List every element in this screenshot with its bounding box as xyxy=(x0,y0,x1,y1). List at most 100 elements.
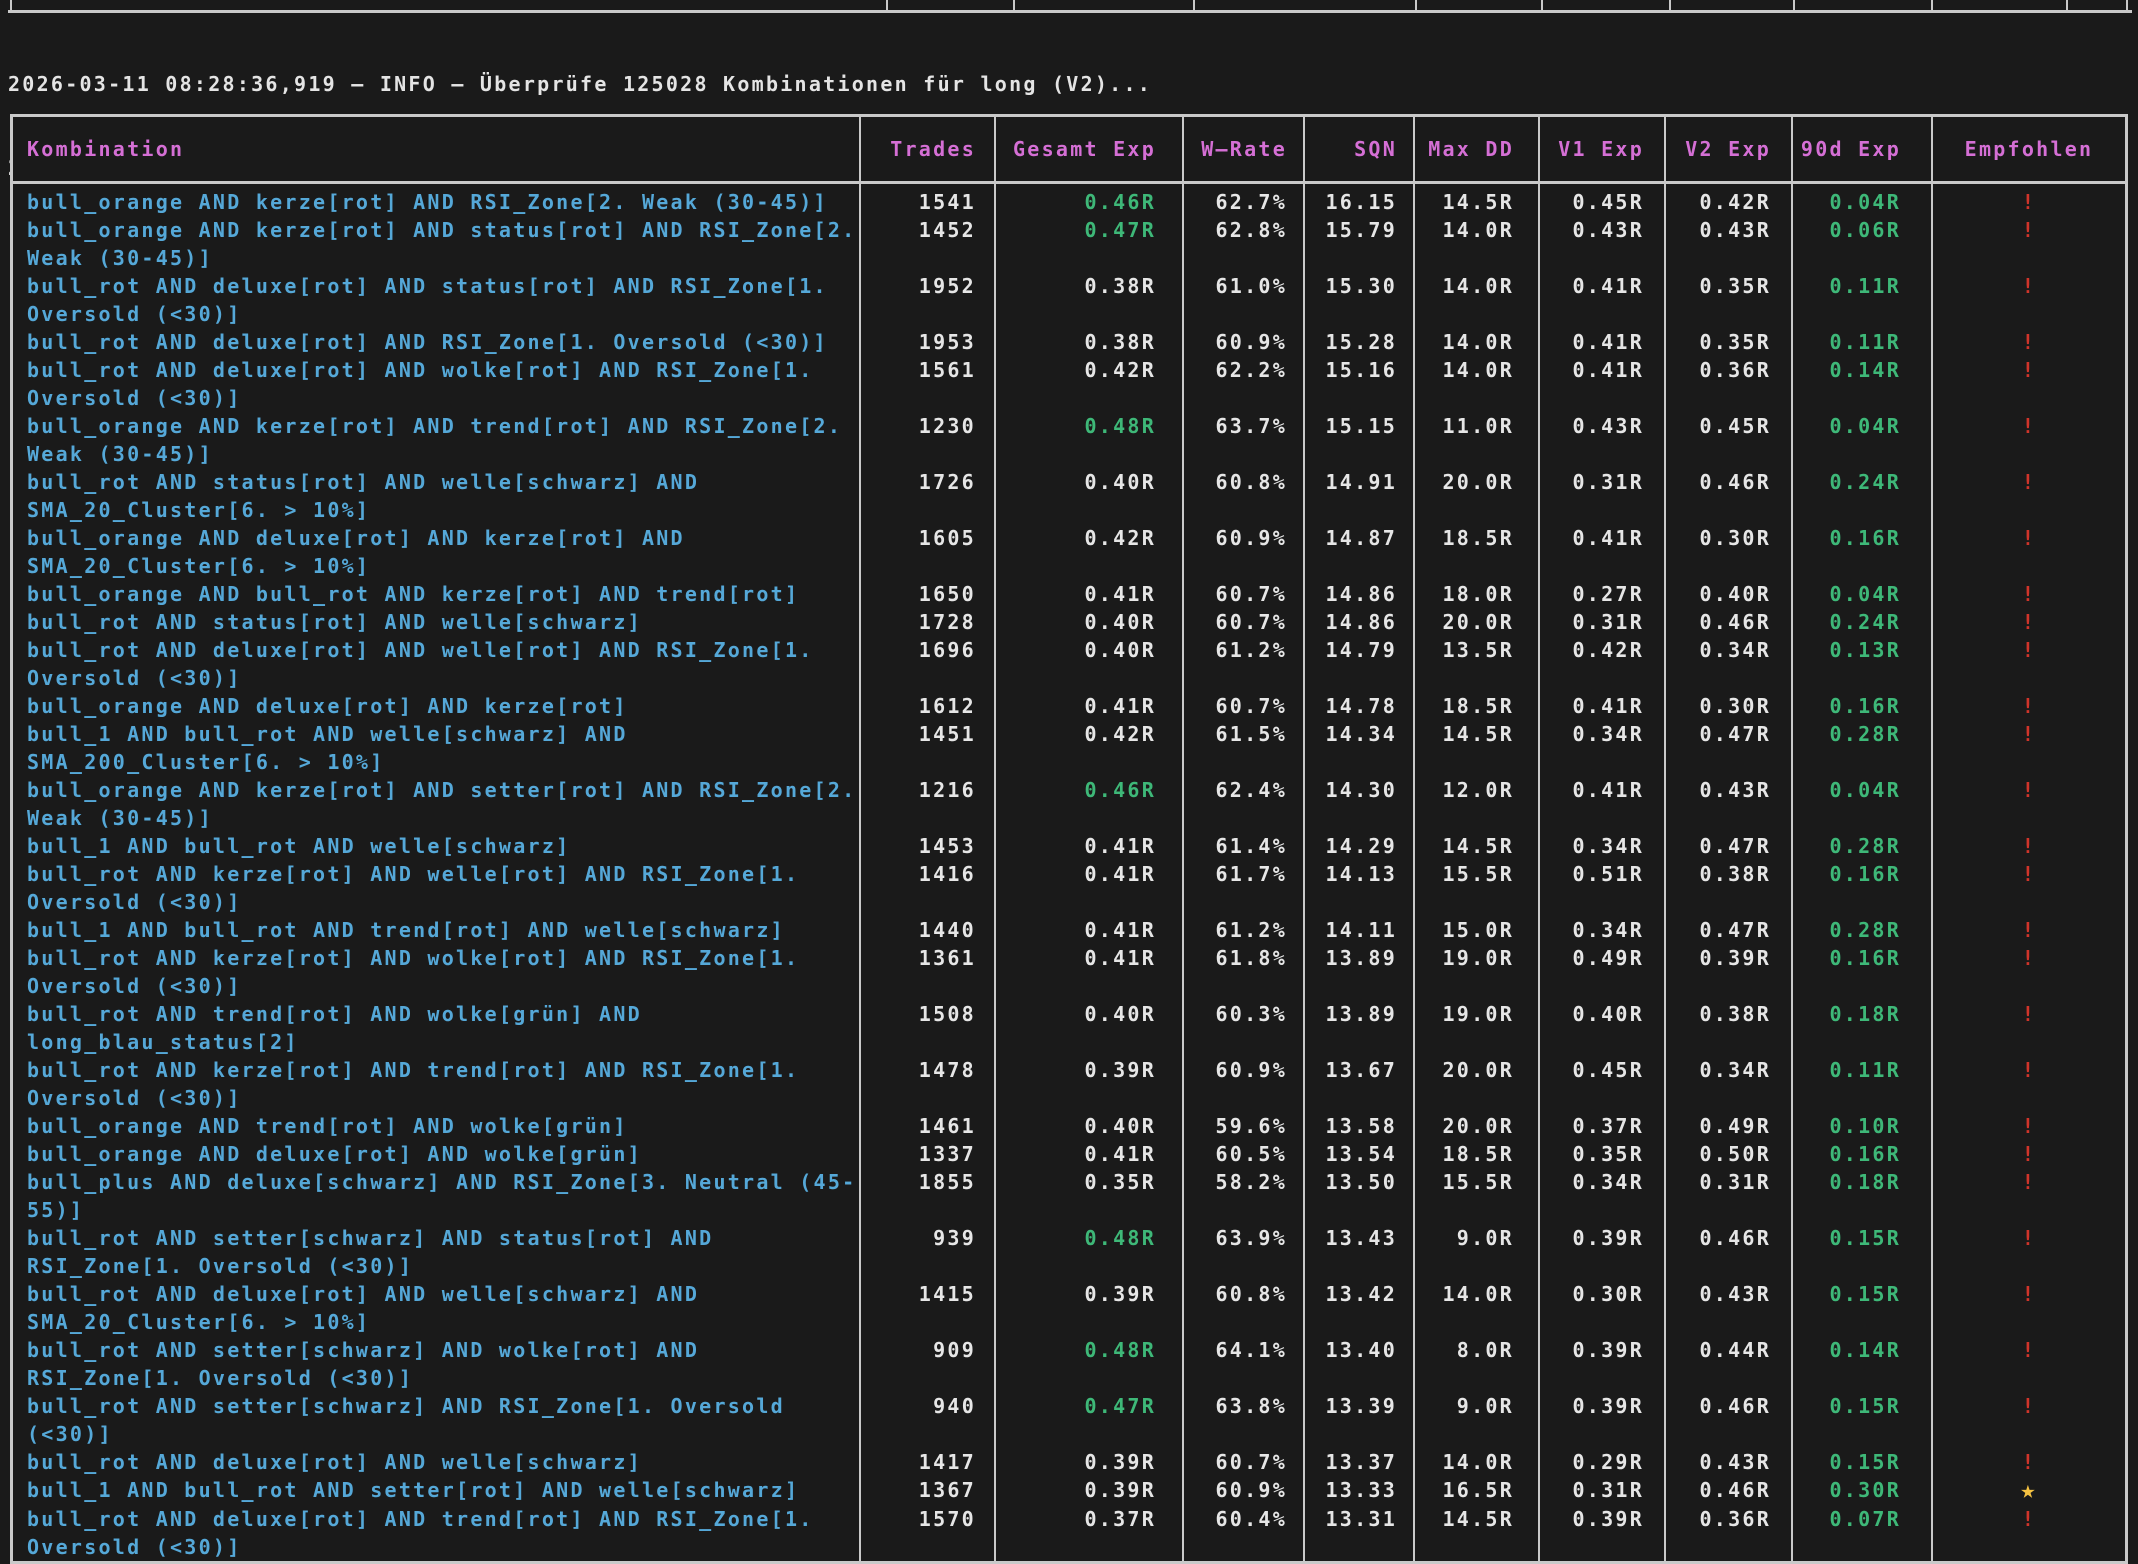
cell-empfohlen: ! xyxy=(1933,272,2125,328)
table-row: bull_rot AND deluxe[rot] AND trend[rot] … xyxy=(13,1505,2125,1561)
cell-d90: 0.16R xyxy=(1793,524,1933,580)
cell-v1: 0.41R xyxy=(1540,692,1666,720)
cell-sqn: 13.33 xyxy=(1305,1476,1415,1505)
table-row: bull_orange AND kerze[rot] AND setter[ro… xyxy=(13,776,2125,832)
column-header-maxdd: Max DD xyxy=(1415,117,1540,181)
cell-v2: 0.38R xyxy=(1666,860,1793,916)
cell-maxdd: 13.5R xyxy=(1415,636,1540,692)
cell-maxdd: 11.0R xyxy=(1415,412,1540,468)
cell-sqn: 16.15 xyxy=(1305,184,1415,216)
cell-empfohlen: ! xyxy=(1933,1280,2125,1336)
cell-v2: 0.43R xyxy=(1666,776,1793,832)
cell-maxdd: 18.5R xyxy=(1415,692,1540,720)
cell-kombination: bull_rot AND deluxe[rot] AND welle[schwa… xyxy=(13,1448,861,1476)
cell-sqn: 13.31 xyxy=(1305,1505,1415,1561)
cell-v1: 0.39R xyxy=(1540,1224,1666,1280)
cell-empfohlen: ! xyxy=(1933,944,2125,1000)
cell-v1: 0.34R xyxy=(1540,720,1666,776)
cell-wrate: 58.2% xyxy=(1184,1168,1305,1224)
cell-v2: 0.46R xyxy=(1666,608,1793,636)
previous-table-column-tick xyxy=(1541,0,1543,10)
previous-table-column-tick xyxy=(2126,0,2128,10)
cell-wrate: 61.7% xyxy=(1184,860,1305,916)
previous-table-column-tick xyxy=(10,0,12,10)
cell-wrate: 60.3% xyxy=(1184,1000,1305,1056)
table-body: bull_orange AND kerze[rot] AND RSI_Zone[… xyxy=(13,184,2125,1561)
cell-gesamt: 0.46R xyxy=(996,184,1184,216)
column-header-kombination: Kombination xyxy=(13,117,861,181)
cell-empfohlen: ! xyxy=(1933,356,2125,412)
cell-empfohlen: ! xyxy=(1933,184,2125,216)
table-row: bull_orange AND trend[rot] AND wolke[grü… xyxy=(13,1112,2125,1140)
cell-wrate: 60.7% xyxy=(1184,580,1305,608)
cell-d90: 0.15R xyxy=(1793,1392,1933,1448)
previous-table-column-tick xyxy=(2066,0,2068,10)
cell-gesamt: 0.42R xyxy=(996,524,1184,580)
cell-gesamt: 0.42R xyxy=(996,356,1184,412)
cell-empfohlen: ! xyxy=(1933,1140,2125,1168)
table-row: bull_rot AND deluxe[rot] AND wolke[rot] … xyxy=(13,356,2125,412)
cell-v2: 0.47R xyxy=(1666,720,1793,776)
cell-v2: 0.50R xyxy=(1666,1140,1793,1168)
cell-sqn: 15.16 xyxy=(1305,356,1415,412)
column-header-v1: V1 Exp xyxy=(1540,117,1666,181)
cell-maxdd: 18.5R xyxy=(1415,524,1540,580)
cell-trades: 1337 xyxy=(861,1140,996,1168)
table-row: bull_1 AND bull_rot AND trend[rot] AND w… xyxy=(13,916,2125,944)
cell-d90: 0.28R xyxy=(1793,832,1933,860)
cell-sqn: 14.11 xyxy=(1305,916,1415,944)
cell-empfohlen: ! xyxy=(1933,1224,2125,1280)
cell-gesamt: 0.48R xyxy=(996,412,1184,468)
cell-wrate: 60.8% xyxy=(1184,468,1305,524)
cell-trades: 1696 xyxy=(861,636,996,692)
cell-kombination: bull_rot AND deluxe[rot] AND welle[rot] … xyxy=(13,636,861,692)
previous-table-column-tick xyxy=(1013,0,1015,10)
cell-v1: 0.37R xyxy=(1540,1112,1666,1140)
cell-d90: 0.07R xyxy=(1793,1505,1933,1561)
cell-wrate: 60.9% xyxy=(1184,1476,1305,1505)
cell-empfohlen: ! xyxy=(1933,580,2125,608)
table-row: bull_orange AND kerze[rot] AND trend[rot… xyxy=(13,412,2125,468)
cell-empfohlen: ! xyxy=(1933,1000,2125,1056)
cell-v2: 0.39R xyxy=(1666,944,1793,1000)
cell-gesamt: 0.40R xyxy=(996,636,1184,692)
cell-wrate: 63.7% xyxy=(1184,412,1305,468)
cell-empfohlen: ! xyxy=(1933,216,2125,272)
cell-gesamt: 0.40R xyxy=(996,608,1184,636)
cell-wrate: 60.9% xyxy=(1184,524,1305,580)
table-row: bull_rot AND trend[rot] AND wolke[grün] … xyxy=(13,1000,2125,1056)
cell-trades: 940 xyxy=(861,1392,996,1448)
cell-maxdd: 19.0R xyxy=(1415,944,1540,1000)
previous-table-bottom-border xyxy=(8,0,2132,13)
cell-sqn: 14.30 xyxy=(1305,776,1415,832)
cell-d90: 0.04R xyxy=(1793,184,1933,216)
cell-kombination: bull_1 AND bull_rot AND trend[rot] AND w… xyxy=(13,916,861,944)
cell-kombination: bull_rot AND trend[rot] AND wolke[grün] … xyxy=(13,1000,861,1056)
cell-v2: 0.49R xyxy=(1666,1112,1793,1140)
column-header-empfohlen: Empfohlen xyxy=(1933,117,2125,181)
cell-kombination: bull_rot AND deluxe[rot] AND status[rot]… xyxy=(13,272,861,328)
cell-sqn: 13.42 xyxy=(1305,1280,1415,1336)
cell-v1: 0.35R xyxy=(1540,1140,1666,1168)
cell-d90: 0.04R xyxy=(1793,776,1933,832)
cell-wrate: 62.4% xyxy=(1184,776,1305,832)
table-row: bull_orange AND deluxe[rot] AND wolke[gr… xyxy=(13,1140,2125,1168)
cell-empfohlen: ! xyxy=(1933,1168,2125,1224)
cell-kombination: bull_rot AND deluxe[rot] AND RSI_Zone[1.… xyxy=(13,328,861,356)
column-header-d90: 90d Exp xyxy=(1793,117,1933,181)
cell-maxdd: 18.5R xyxy=(1415,1140,1540,1168)
cell-trades: 1570 xyxy=(861,1505,996,1561)
previous-table-column-tick xyxy=(1793,0,1795,10)
cell-sqn: 15.15 xyxy=(1305,412,1415,468)
cell-v1: 0.41R xyxy=(1540,272,1666,328)
cell-d90: 0.15R xyxy=(1793,1448,1933,1476)
cell-v1: 0.34R xyxy=(1540,916,1666,944)
table-row: bull_rot AND deluxe[rot] AND welle[schwa… xyxy=(13,1448,2125,1476)
cell-d90: 0.18R xyxy=(1793,1000,1933,1056)
cell-empfohlen: ! xyxy=(1933,720,2125,776)
cell-v1: 0.49R xyxy=(1540,944,1666,1000)
cell-kombination: bull_rot AND deluxe[rot] AND wolke[rot] … xyxy=(13,356,861,412)
cell-sqn: 14.34 xyxy=(1305,720,1415,776)
cell-sqn: 13.37 xyxy=(1305,1448,1415,1476)
cell-maxdd: 8.0R xyxy=(1415,1336,1540,1392)
